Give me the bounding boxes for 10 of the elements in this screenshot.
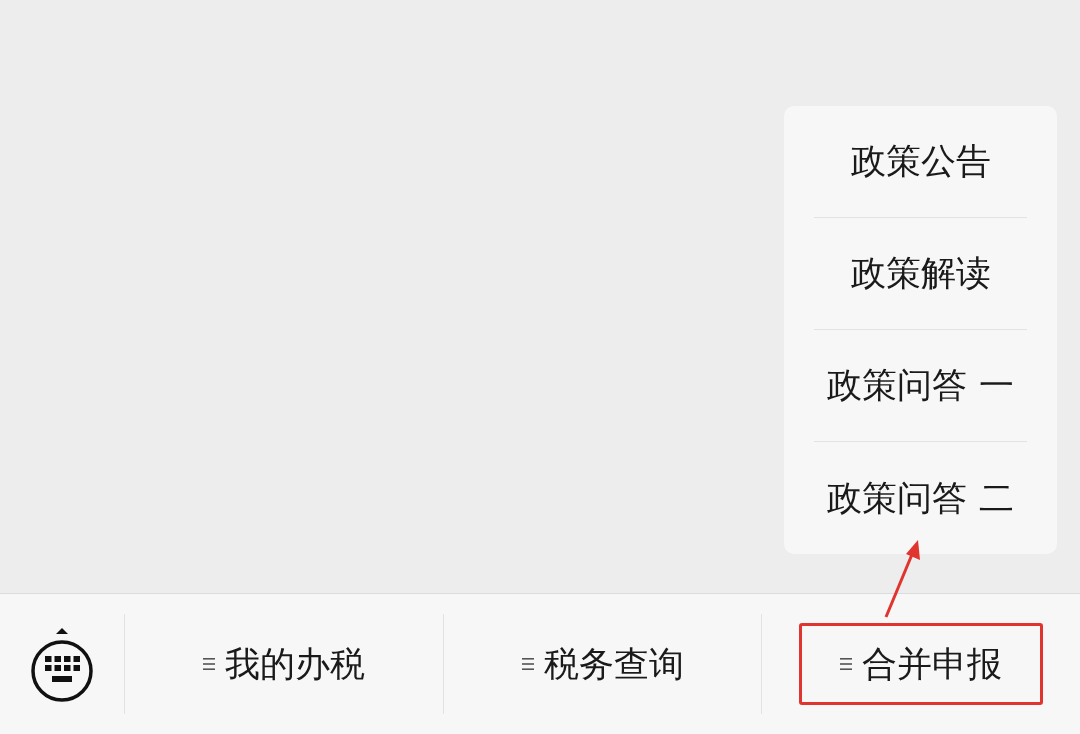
submenu-item[interactable]: 政策问答 一 [814,330,1027,442]
menu-tab[interactable]: 税务查询 [513,623,692,705]
submenu-item[interactable]: 政策解读 [814,218,1027,330]
submenu-item[interactable]: 政策问答 二 [814,442,1027,554]
submenu-item[interactable]: 政策公告 [814,106,1027,218]
menu-icon [521,657,534,671]
menu-tab[interactable]: 合并申报 [799,623,1044,705]
menu-icon [202,657,215,671]
menu-tab[interactable]: 我的办税 [194,623,373,705]
menu-icon [840,657,853,671]
